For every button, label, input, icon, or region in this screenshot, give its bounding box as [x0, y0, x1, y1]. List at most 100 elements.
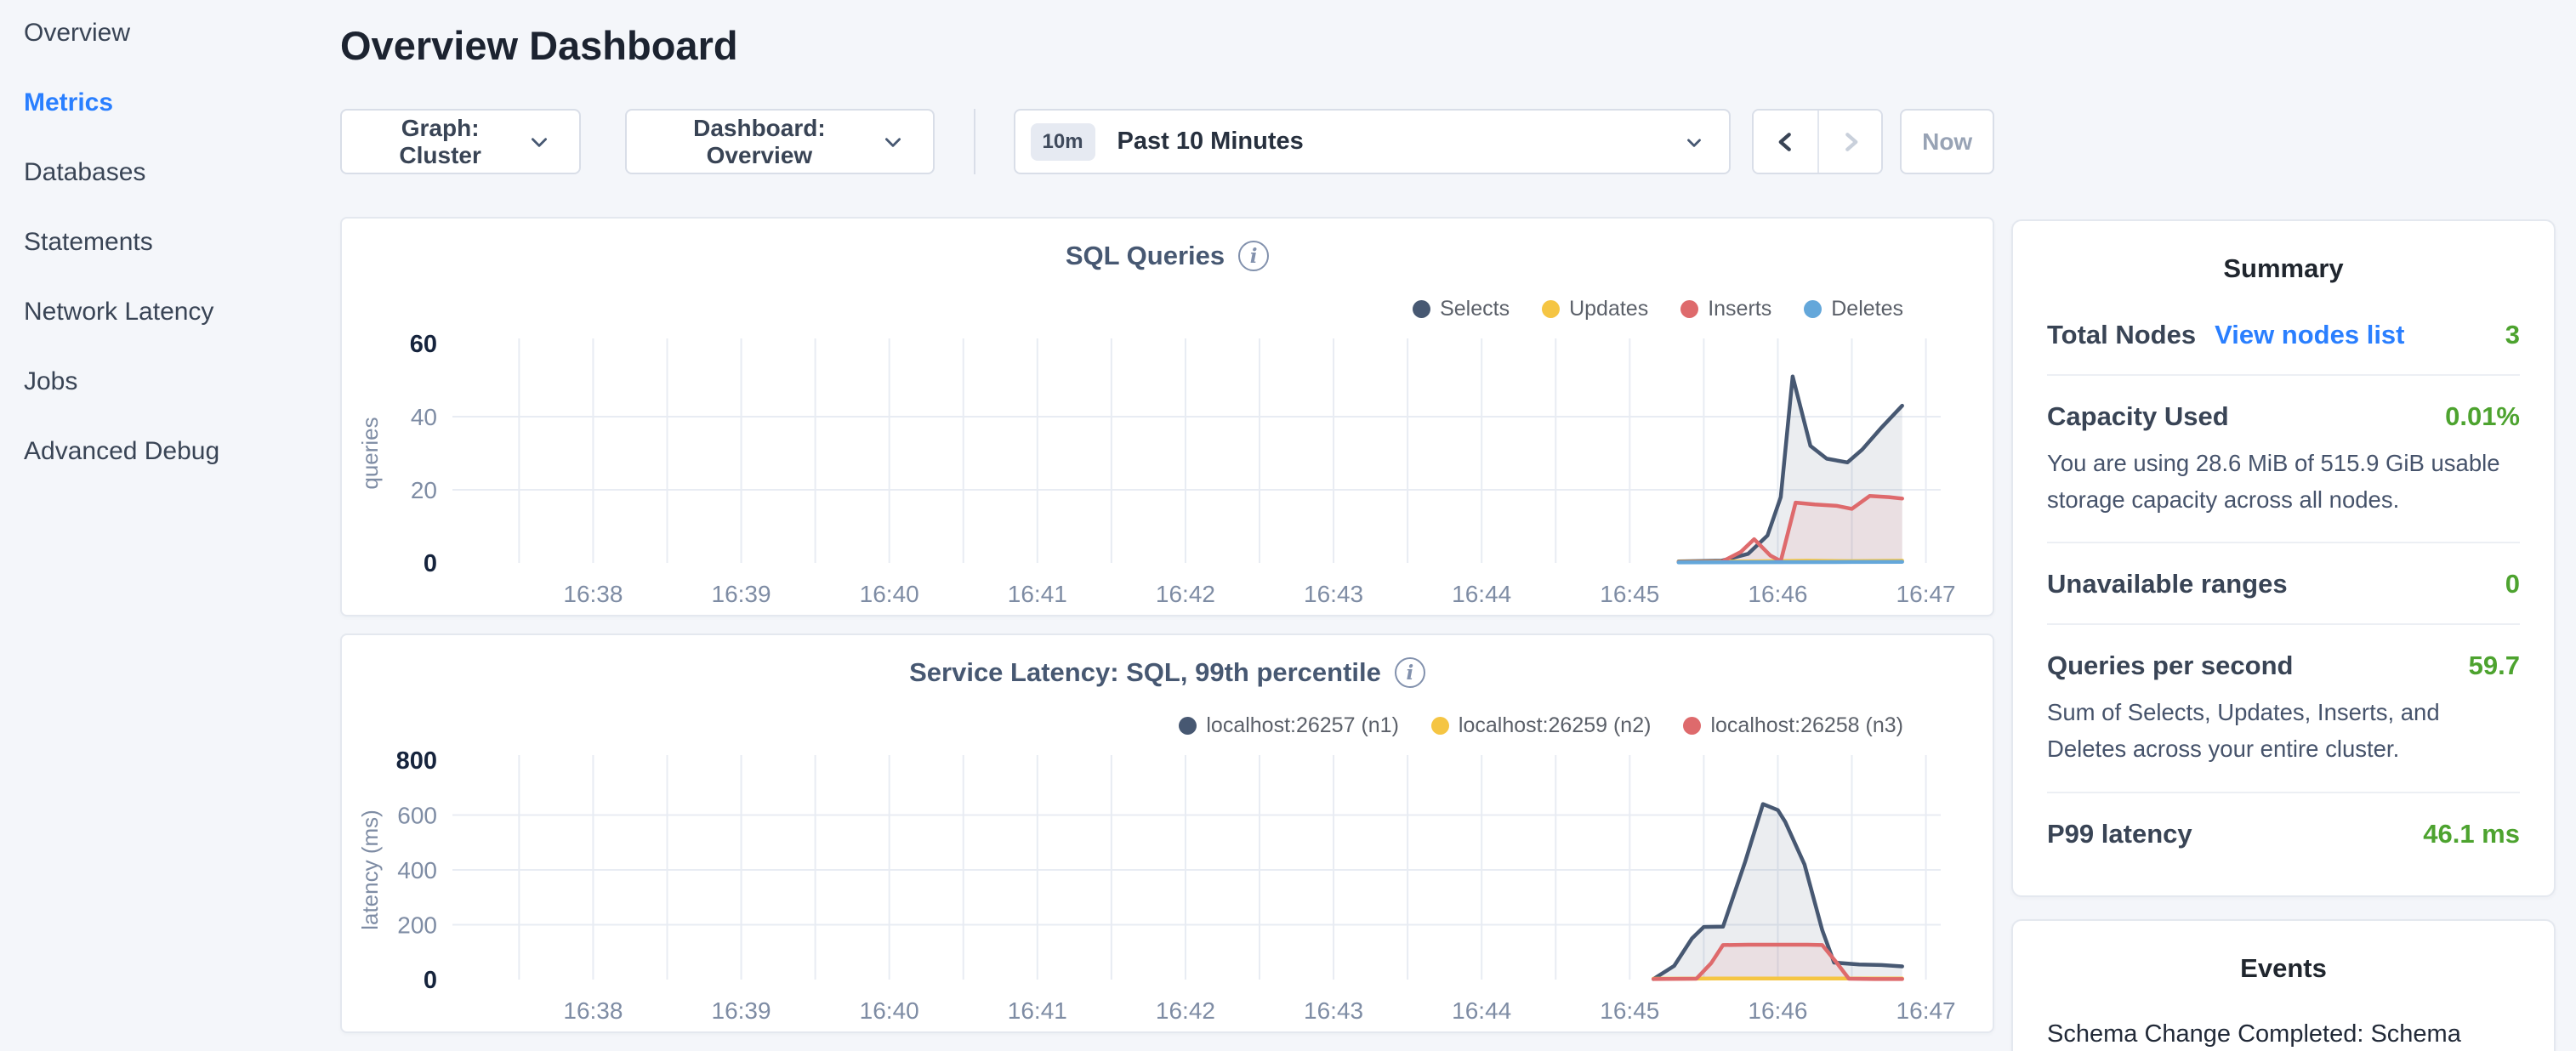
- sidebar-item-network-latency[interactable]: Network Latency: [24, 296, 316, 328]
- legend-label: localhost:26257 (n1): [1206, 713, 1399, 738]
- sql-queries-chart-card: SQL Queries i Selects Updates Inserts: [340, 217, 1994, 616]
- page-title: Overview Dashboard: [340, 22, 1994, 70]
- sidebar-item-databases[interactable]: Databases: [24, 156, 316, 189]
- chart-title: SQL Queries: [1066, 241, 1225, 271]
- toolbar-divider: [974, 109, 975, 174]
- svg-text:16:43: 16:43: [1304, 581, 1363, 607]
- sql-queries-plot[interactable]: 020406016:3816:3916:4016:4116:4216:4316:…: [342, 333, 1996, 614]
- sidebar-item-jobs[interactable]: Jobs: [24, 366, 316, 398]
- time-range-label: Past 10 Minutes: [1117, 128, 1304, 156]
- summary-row-description: Sum of Selects, Updates, Inserts, and De…: [2047, 695, 2520, 767]
- summary-row-label: Queries per second: [2047, 650, 2293, 681]
- svg-text:20: 20: [411, 477, 437, 503]
- legend-dot: [1431, 717, 1449, 735]
- legend-dot: [1413, 300, 1430, 318]
- legend-item: Deletes: [1804, 297, 1903, 321]
- svg-text:16:44: 16:44: [1452, 997, 1511, 1024]
- svg-text:16:39: 16:39: [712, 997, 771, 1024]
- time-step-controls: [1752, 109, 1883, 174]
- svg-text:16:45: 16:45: [1600, 581, 1659, 607]
- svg-text:16:42: 16:42: [1156, 581, 1215, 607]
- svg-text:16:38: 16:38: [563, 581, 623, 607]
- summary-row-value: 0.01%: [2445, 401, 2520, 432]
- summary-row-value: 0: [2505, 569, 2520, 599]
- legend-dot: [1680, 300, 1698, 318]
- service-latency-plot[interactable]: 020040060080016:3816:3916:4016:4116:4216…: [342, 750, 1996, 1031]
- legend-label: Updates: [1569, 297, 1648, 321]
- event-message: Schema Change Completed: Schema change w…: [2047, 1014, 2520, 1051]
- summary-panel: Summary Total Nodes View nodes list 3 Ca…: [2011, 219, 2556, 897]
- legend-label: Selects: [1440, 297, 1510, 321]
- chevron-down-icon: [1683, 131, 1705, 153]
- sidebar-item-advanced-debug[interactable]: Advanced Debug: [24, 435, 316, 468]
- svg-text:0: 0: [424, 967, 437, 994]
- event-item[interactable]: Schema Change Completed: Schema change w…: [2047, 1014, 2520, 1051]
- legend-item: localhost:26259 (n2): [1431, 713, 1652, 738]
- svg-text:600: 600: [397, 803, 437, 829]
- events-panel: Events Schema Change Completed: Schema c…: [2011, 919, 2556, 1051]
- sidebar: Overview Metrics Databases Statements Ne…: [0, 0, 340, 522]
- summary-title: Summary: [2047, 253, 2520, 284]
- graph-dropdown-label: Graph: Cluster: [371, 115, 509, 169]
- svg-text:16:39: 16:39: [712, 581, 771, 607]
- legend-dot: [1804, 300, 1822, 318]
- summary-row-total-nodes: Total Nodes View nodes list 3: [2047, 284, 2520, 376]
- svg-text:latency (ms): latency (ms): [357, 810, 383, 930]
- svg-text:16:43: 16:43: [1304, 997, 1363, 1024]
- time-prev-button[interactable]: [1754, 111, 1817, 173]
- dashboard-dropdown-label: Dashboard: Overview: [656, 115, 862, 169]
- svg-text:16:41: 16:41: [1008, 997, 1067, 1024]
- chart-legend: Selects Updates Inserts Deletes: [1413, 297, 1903, 321]
- chart-title: Service Latency: SQL, 99th percentile: [909, 657, 1381, 688]
- summary-row-value: 46.1 ms: [2423, 819, 2520, 849]
- legend-label: localhost:26258 (n3): [1710, 713, 1903, 738]
- svg-text:16:46: 16:46: [1748, 997, 1807, 1024]
- now-button[interactable]: Now: [1900, 109, 1994, 174]
- svg-text:16:46: 16:46: [1748, 581, 1807, 607]
- sidebar-item-statements[interactable]: Statements: [24, 226, 316, 258]
- svg-text:200: 200: [397, 912, 437, 939]
- events-title: Events: [2047, 953, 2520, 984]
- summary-row-label: Total Nodes: [2047, 320, 2196, 350]
- svg-text:16:47: 16:47: [1896, 997, 1956, 1024]
- toolbar: Graph: Cluster Dashboard: Overview 10m P…: [340, 109, 1994, 174]
- time-next-button[interactable]: [1817, 111, 1881, 173]
- legend-item: Selects: [1413, 297, 1510, 321]
- info-icon[interactable]: i: [1238, 241, 1269, 271]
- right-rail: Summary Total Nodes View nodes list 3 Ca…: [2011, 219, 2556, 1051]
- legend-label: localhost:26259 (n2): [1459, 713, 1652, 738]
- svg-text:60: 60: [410, 333, 437, 358]
- graph-dropdown[interactable]: Graph: Cluster: [340, 109, 581, 174]
- chevron-down-icon: [882, 131, 904, 153]
- legend-dot: [1179, 717, 1197, 735]
- chevron-left-icon: [1773, 129, 1799, 155]
- svg-text:16:41: 16:41: [1008, 581, 1067, 607]
- legend-item: Updates: [1542, 297, 1648, 321]
- sidebar-item-overview[interactable]: Overview: [24, 17, 316, 49]
- svg-text:queries: queries: [357, 417, 383, 489]
- svg-text:800: 800: [396, 750, 437, 775]
- info-icon[interactable]: i: [1395, 657, 1425, 688]
- summary-row-p99-latency: P99 latency 46.1 ms: [2047, 793, 2520, 873]
- svg-text:40: 40: [411, 404, 437, 430]
- legend-dot: [1683, 717, 1701, 735]
- summary-row-queries-per-second: Queries per second 59.7 Sum of Selects, …: [2047, 625, 2520, 793]
- legend-item: localhost:26258 (n3): [1683, 713, 1903, 738]
- view-nodes-list-link[interactable]: View nodes list: [2215, 320, 2404, 350]
- svg-text:16:42: 16:42: [1156, 997, 1215, 1024]
- chart-legend: localhost:26257 (n1) localhost:26259 (n2…: [1179, 713, 1903, 738]
- svg-text:16:38: 16:38: [563, 997, 623, 1024]
- summary-row-unavailable-ranges: Unavailable ranges 0: [2047, 543, 2520, 625]
- svg-text:16:45: 16:45: [1600, 997, 1659, 1024]
- chevron-down-icon: [528, 131, 550, 153]
- sidebar-item-metrics[interactable]: Metrics: [24, 87, 316, 119]
- svg-text:16:44: 16:44: [1452, 581, 1511, 607]
- svg-text:0: 0: [424, 550, 437, 577]
- svg-text:16:40: 16:40: [860, 997, 919, 1024]
- time-range-dropdown[interactable]: 10m Past 10 Minutes: [1014, 109, 1732, 174]
- dashboard-dropdown[interactable]: Dashboard: Overview: [625, 109, 934, 174]
- legend-item: localhost:26257 (n1): [1179, 713, 1399, 738]
- svg-text:16:47: 16:47: [1896, 581, 1956, 607]
- chart-title-row: SQL Queries i: [342, 241, 1993, 271]
- legend-label: Inserts: [1708, 297, 1771, 321]
